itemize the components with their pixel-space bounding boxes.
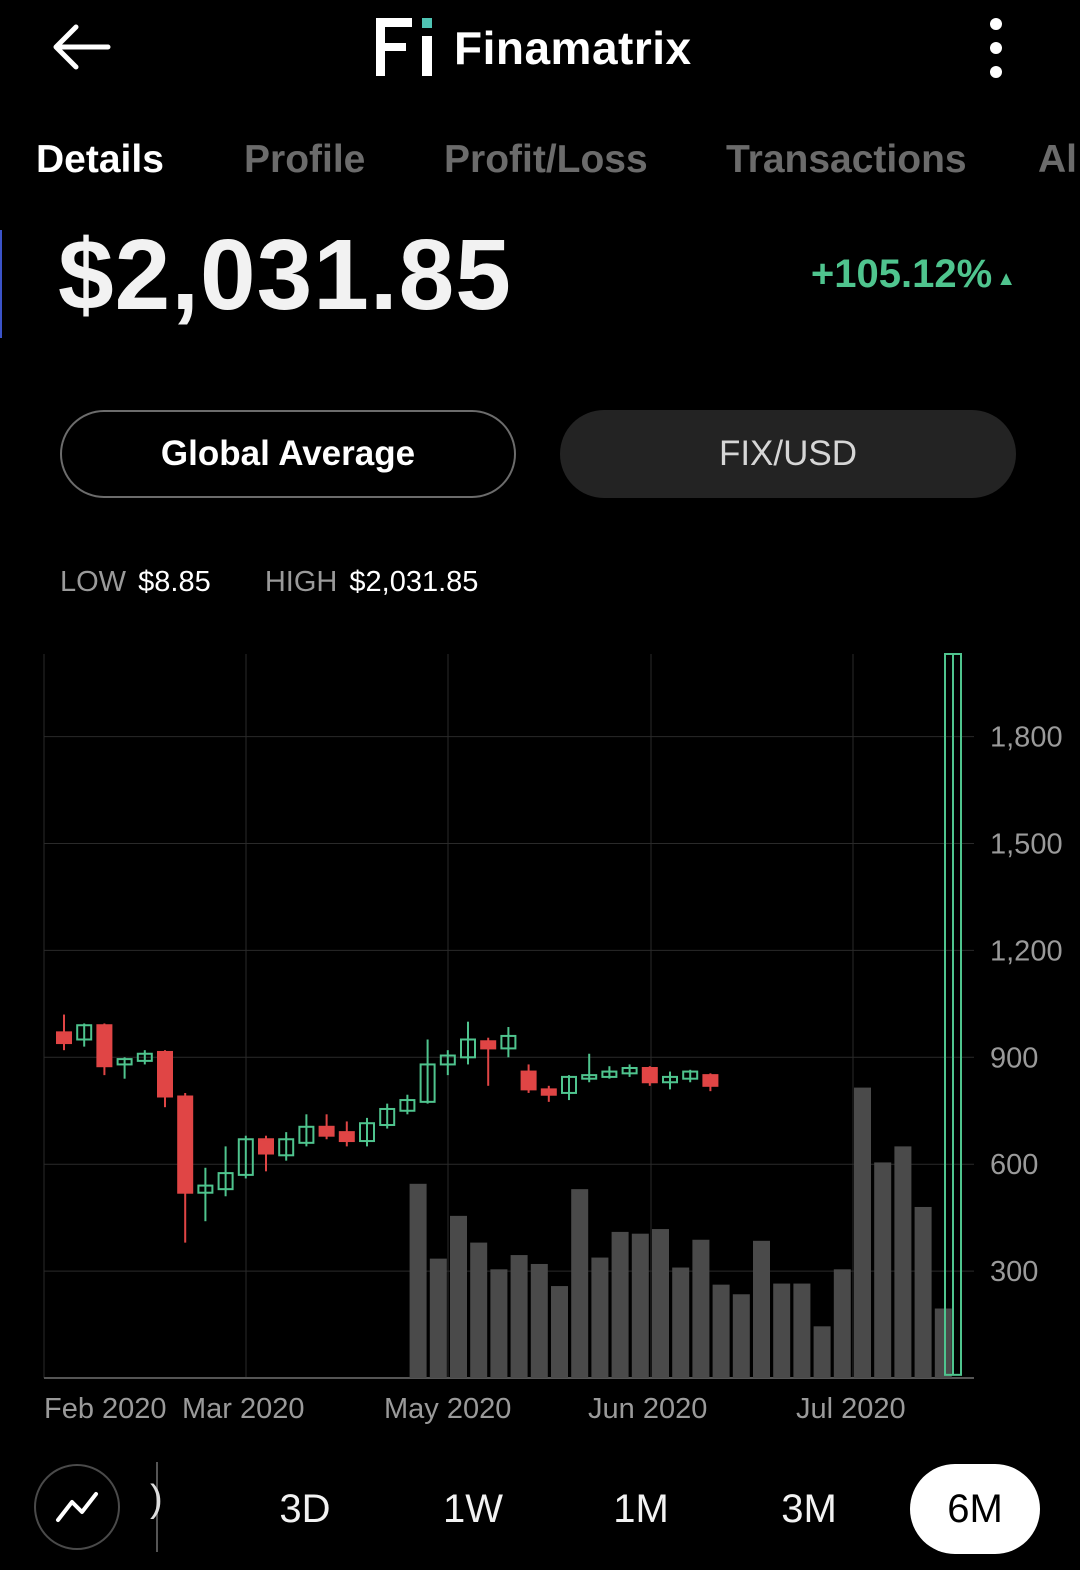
volume-bar (510, 1255, 528, 1378)
tab-profit-loss[interactable]: Profit/Loss (444, 138, 648, 182)
x-tick-label: Jul 2020 (796, 1393, 906, 1425)
volume-bar (753, 1240, 770, 1378)
volume-bar (874, 1162, 892, 1378)
timeframe-3d[interactable]: 3D (240, 1464, 370, 1554)
chart-type-toggle[interactable] (34, 1464, 120, 1550)
more-vertical-icon[interactable] (980, 14, 1012, 82)
x-tick-label: Mar 2020 (182, 1393, 305, 1425)
tab-details[interactable]: Details (36, 138, 164, 182)
volume-bar (429, 1258, 447, 1378)
candle-down (96, 1024, 113, 1068)
candle-down (641, 1066, 658, 1084)
candle-down (702, 1074, 719, 1087)
timeframe-bar: ) 3D 1W 1M 3M 6M (0, 1448, 1080, 1570)
volume-bar (631, 1233, 649, 1378)
current-price: $2,031.85 (58, 219, 512, 331)
volume-bar (672, 1267, 690, 1378)
volume-bar (692, 1239, 710, 1378)
volume-bar (914, 1206, 932, 1378)
volume-bar (551, 1286, 568, 1378)
candle-down (480, 1040, 497, 1050)
volume-bar (490, 1269, 508, 1378)
up-triangle-icon: ▲ (996, 268, 1016, 290)
app-name: Finamatrix (454, 22, 692, 74)
timeframe-clipped[interactable]: ) (150, 1478, 164, 1521)
price-chart[interactable]: 300 600 900 1,200 1,500 1,800 Feb 2020 Mar 2020… (0, 640, 1080, 1440)
candle-down (540, 1088, 557, 1096)
x-tick-label: Jun 2020 (588, 1393, 707, 1425)
price-change: +105.12% ▲ (811, 252, 1016, 297)
candle-down (177, 1095, 194, 1194)
y-tick-label: 1,500 (990, 829, 1063, 861)
edge-indicator (0, 230, 2, 338)
line-chart-icon (56, 1492, 98, 1522)
logo-mark-icon (376, 18, 432, 76)
tab-transactions[interactable]: Transactions (726, 138, 967, 182)
tab-all[interactable]: Al (1038, 138, 1077, 182)
volume-bar (833, 1269, 851, 1378)
volume-bar (409, 1183, 427, 1378)
tab-profile[interactable]: Profile (244, 138, 365, 182)
high-value: $2,031.85 (349, 566, 479, 598)
candle-down (318, 1125, 335, 1137)
volume-bar (732, 1294, 750, 1378)
low-high-range: LOW $8.85 HIGH $2,031.85 (60, 566, 478, 599)
volume-bar (571, 1189, 589, 1378)
y-tick-label: 1,800 (990, 722, 1063, 754)
app-logo: Finamatrix (372, 16, 692, 80)
x-tick-label: Feb 2020 (44, 1393, 167, 1425)
volume-bar (773, 1283, 791, 1378)
currency-pair-button[interactable]: FIX/USD (560, 410, 1016, 498)
timeframe-6m[interactable]: 6M (910, 1464, 1040, 1554)
y-tick-label: 900 (990, 1042, 1038, 1074)
volume-bar (934, 1308, 952, 1378)
volume-bar (712, 1284, 730, 1378)
volume-bar (450, 1215, 467, 1378)
candle-down (56, 1031, 72, 1045)
low-label: LOW (60, 566, 127, 598)
back-arrow-icon[interactable] (50, 22, 114, 72)
y-tick-label: 600 (990, 1149, 1038, 1181)
volume-bar (793, 1283, 811, 1378)
candle-down (520, 1070, 537, 1091)
volume-bar (611, 1231, 629, 1378)
candle-down (157, 1050, 173, 1098)
x-tick-label: May 2020 (384, 1393, 511, 1425)
volume-bar (652, 1229, 669, 1378)
volume-bar (530, 1263, 548, 1378)
timeframe-1w[interactable]: 1W (408, 1464, 538, 1554)
low-value: $8.85 (138, 566, 211, 598)
candle-down (258, 1138, 274, 1155)
price-change-value: +105.12% (810, 252, 993, 296)
global-average-button[interactable]: Global Average (60, 410, 516, 498)
volume-bar (854, 1087, 871, 1378)
app-header: Finamatrix (0, 0, 1080, 100)
timeframe-1m[interactable]: 1M (576, 1464, 706, 1554)
volume-bar (813, 1326, 831, 1378)
volume-bar (591, 1257, 609, 1378)
y-tick-label: 1,200 (990, 935, 1063, 967)
volume-bar (470, 1242, 488, 1378)
candle-down (338, 1131, 355, 1143)
timeframe-3m[interactable]: 3M (744, 1464, 874, 1554)
y-tick-label: 300 (990, 1256, 1038, 1288)
volume-bar (894, 1146, 912, 1378)
high-label: HIGH (264, 566, 338, 598)
tab-bar: Details Profile Profit/Loss Transactions… (0, 138, 1080, 194)
